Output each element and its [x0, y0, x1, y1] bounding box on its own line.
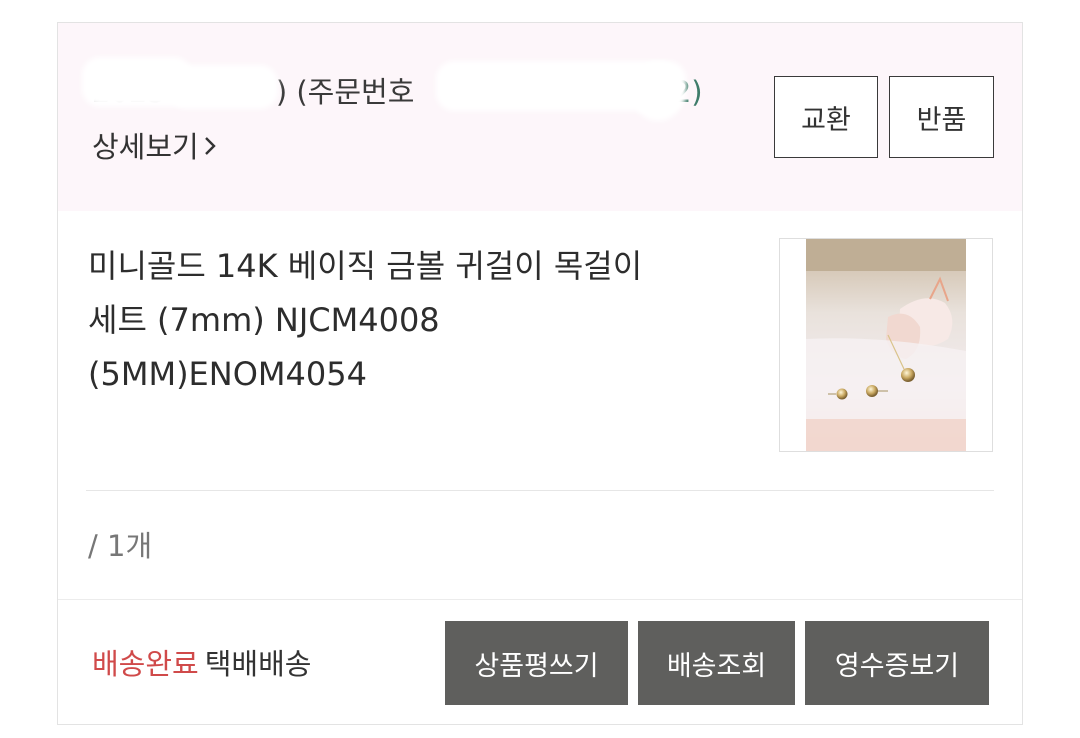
product-image: [780, 239, 992, 451]
delivery-status: 배송완료 택배배송: [92, 641, 311, 683]
delivery-status-label: 배송완료: [92, 647, 199, 681]
product-option-quantity: / 1개: [88, 529, 153, 563]
order-detail-link[interactable]: 상세보기: [92, 124, 217, 166]
divider: [86, 490, 994, 491]
write-review-button[interactable]: 상품평쓰기: [445, 621, 628, 705]
order-header: 2025) (주문번호52) 상세보기 교환 반품: [58, 23, 1022, 211]
detail-link-label: 상세보기: [92, 130, 199, 164]
product-name-line: (5MM)ENOM4054: [88, 355, 367, 393]
view-receipt-button[interactable]: 영수증보기: [805, 621, 989, 705]
privacy-mask: [168, 65, 278, 109]
product-name-line: 세트 (7mm) NJCM4008: [88, 301, 440, 339]
product-thumbnail[interactable]: [779, 238, 993, 452]
exchange-button[interactable]: 교환: [774, 76, 878, 158]
chevron-right-icon: [203, 134, 217, 164]
order-number-label: ) (주문번호: [275, 75, 415, 109]
product-name-line: 미니골드 14K 베이직 금볼 귀걸이 목걸이: [88, 247, 643, 285]
return-button[interactable]: 반품: [889, 76, 994, 158]
product-name[interactable]: 미니골드 14K 베이직 금볼 귀걸이 목걸이 세트 (7mm) NJCM400…: [88, 239, 738, 401]
delivery-method: 택배배송: [204, 647, 312, 681]
privacy-mask: [633, 61, 683, 121]
divider: [58, 599, 1022, 600]
track-delivery-button[interactable]: 배송조회: [638, 621, 795, 705]
order-card: 2025) (주문번호52) 상세보기 교환 반품 미니골드 14K 베이직 금…: [57, 22, 1023, 725]
